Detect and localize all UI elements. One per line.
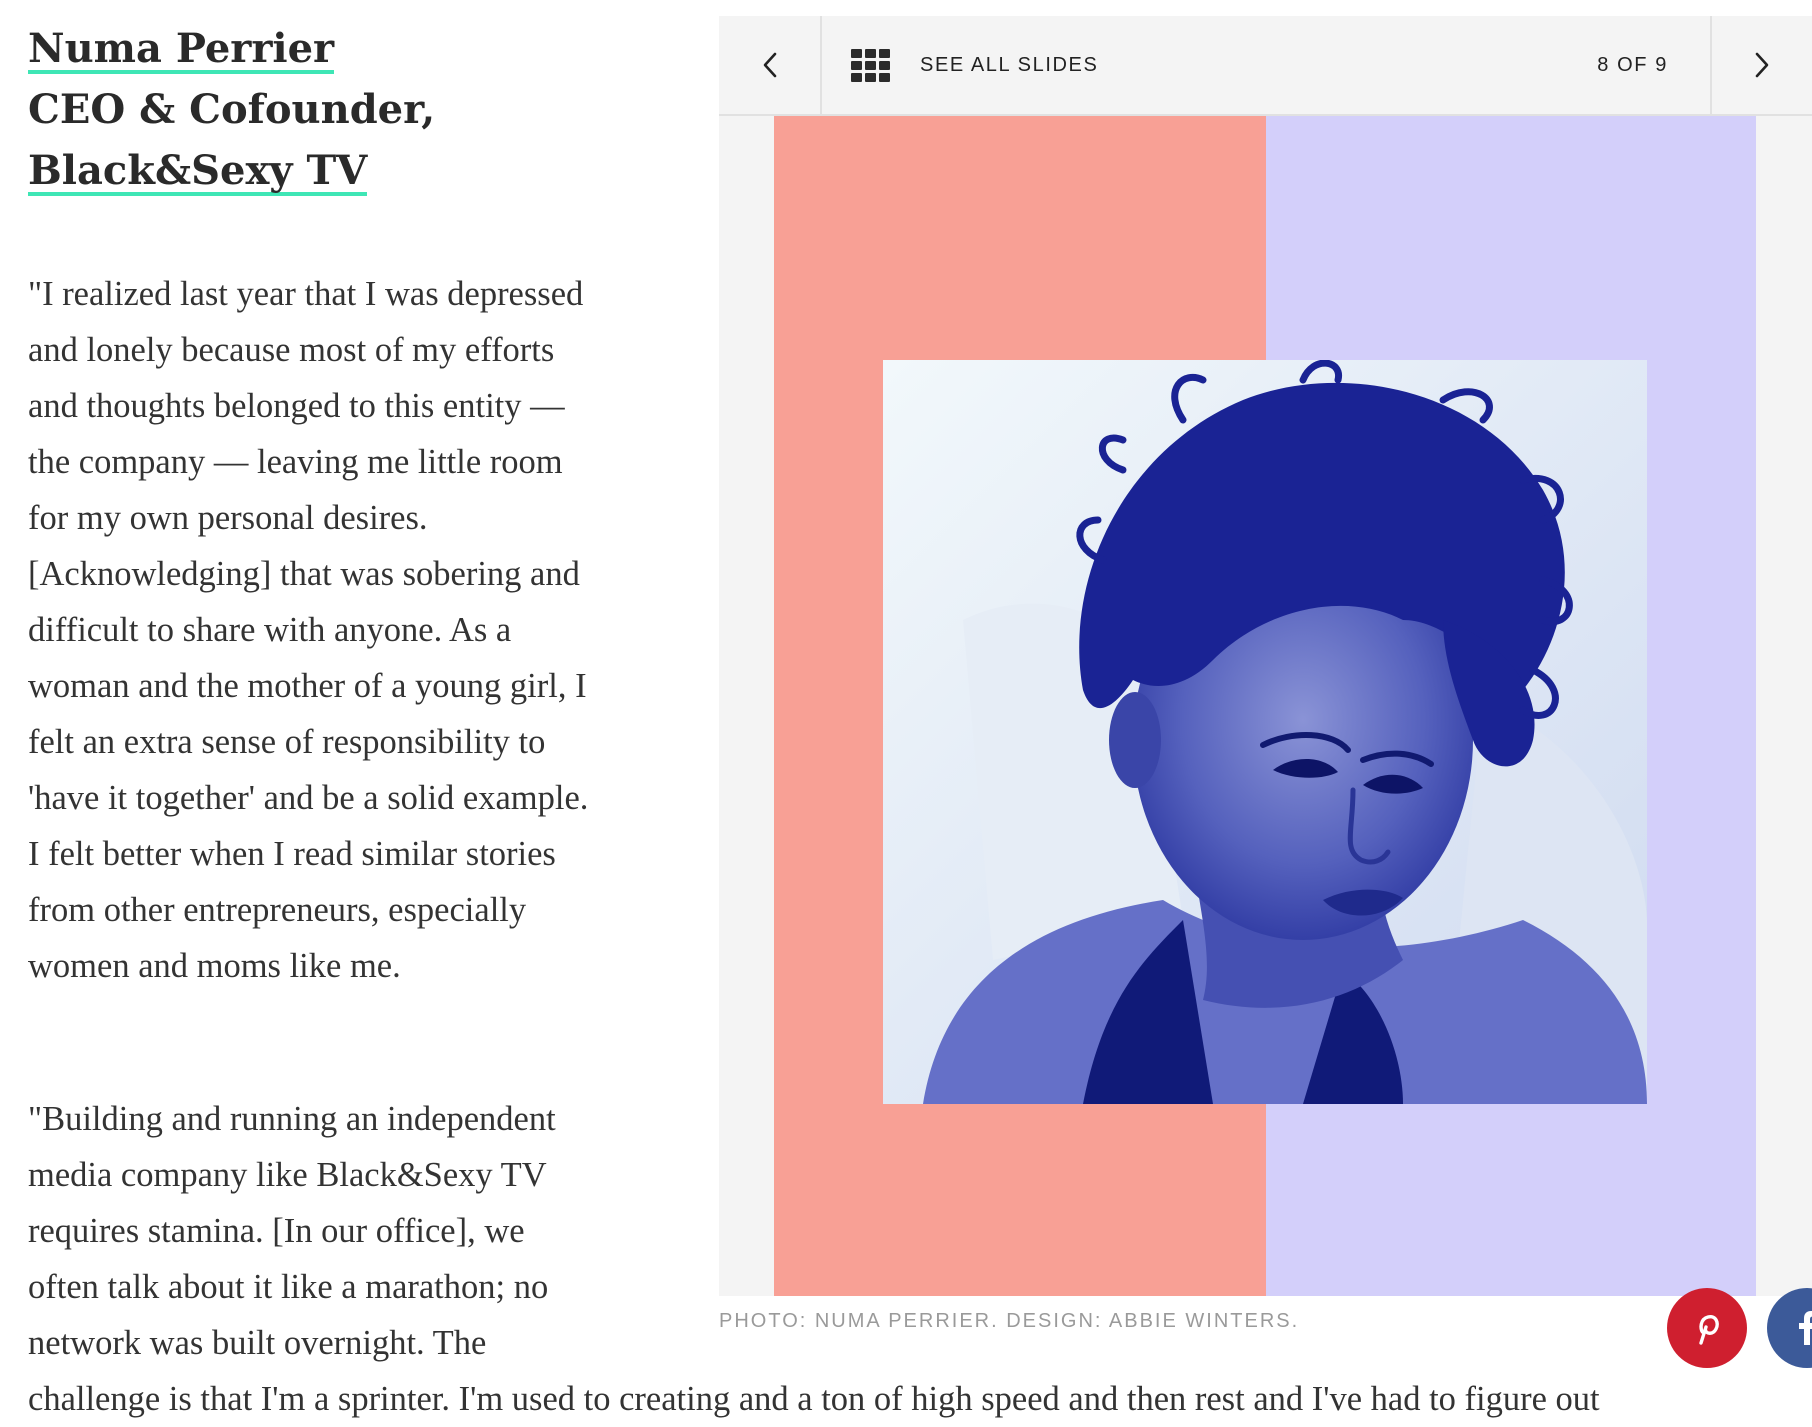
slideshow: SEE ALL SLIDES 8 OF 9	[719, 16, 1812, 1368]
quote-line: and thoughts belonged to this entity —	[28, 387, 565, 425]
slideshow-nav-bar: SEE ALL SLIDES 8 OF 9	[719, 16, 1812, 116]
quote-line: requires stamina. [In our office], we	[28, 1212, 525, 1250]
quote-paragraph-2: "Building and running an independent med…	[28, 1091, 1600, 1427]
quote-line: network was built overnight. The	[28, 1324, 487, 1362]
slide-image	[774, 116, 1812, 1368]
quote-line: 'have it together' and be a solid exampl…	[28, 779, 589, 817]
article-text-column: Numa Perrier CEO & Cofounder, Black&Sexy…	[28, 0, 1600, 1418]
quote-line: often talk about it like a marathon; no	[28, 1268, 549, 1306]
quote-line: I felt better when I read similar storie…	[28, 835, 556, 873]
quote-line: "I realized last year that I was depress…	[28, 275, 584, 313]
next-slide-button[interactable]	[1710, 16, 1812, 114]
photo-caption: PHOTO: NUMA PERRIER. DESIGN: ABBIE WINTE…	[719, 1310, 1300, 1332]
quote-line: challenge is that I'm a sprinter. I'm us…	[28, 1380, 1600, 1418]
quote-line: "Building and running an independent	[28, 1100, 556, 1138]
profile-heading: Numa Perrier CEO & Cofounder, Black&Sexy…	[28, 0, 658, 201]
portrait-photo	[883, 360, 1647, 1104]
quote-line: felt an extra sense of responsibility to	[28, 723, 546, 761]
quote-line: difficult to share with anyone. As a	[28, 611, 512, 649]
grid-icon	[851, 48, 890, 82]
facebook-share-button[interactable]	[1767, 1288, 1812, 1368]
quote-line: from other entrepreneurs, especially	[28, 891, 527, 929]
facebook-icon	[1799, 1311, 1812, 1345]
see-all-slides-label: SEE ALL SLIDES	[920, 53, 1099, 76]
pinterest-icon	[1699, 1315, 1719, 1345]
chevron-right-icon	[1755, 52, 1769, 78]
quote-line: and lonely because most of my efforts	[28, 331, 555, 369]
quote-line: women and moms like me.	[28, 947, 401, 985]
portrait-illustration	[883, 360, 1647, 1104]
quote-line: for my own personal desires.	[28, 499, 428, 537]
quote-line: woman and the mother of a young girl, I	[28, 667, 587, 705]
see-all-slides-button[interactable]: SEE ALL SLIDES	[851, 16, 1098, 114]
quote-line: media company like Black&Sexy TV	[28, 1156, 547, 1194]
chevron-left-icon	[763, 52, 776, 78]
company-link[interactable]: Black&Sexy TV	[28, 147, 367, 196]
profile-role: CEO & Cofounder,	[28, 86, 436, 133]
pinterest-share-button[interactable]	[1667, 1288, 1747, 1368]
previous-slide-button[interactable]	[719, 16, 822, 114]
profile-name-link[interactable]: Numa Perrier	[28, 25, 334, 74]
quote-line: the company — leaving me little room	[28, 443, 563, 481]
quote-paragraph-1: "I realized last year that I was depress…	[28, 266, 638, 994]
slide-counter: 8 OF 9	[1597, 53, 1668, 76]
quote-line: [Acknowledging] that was sobering and	[28, 555, 580, 593]
